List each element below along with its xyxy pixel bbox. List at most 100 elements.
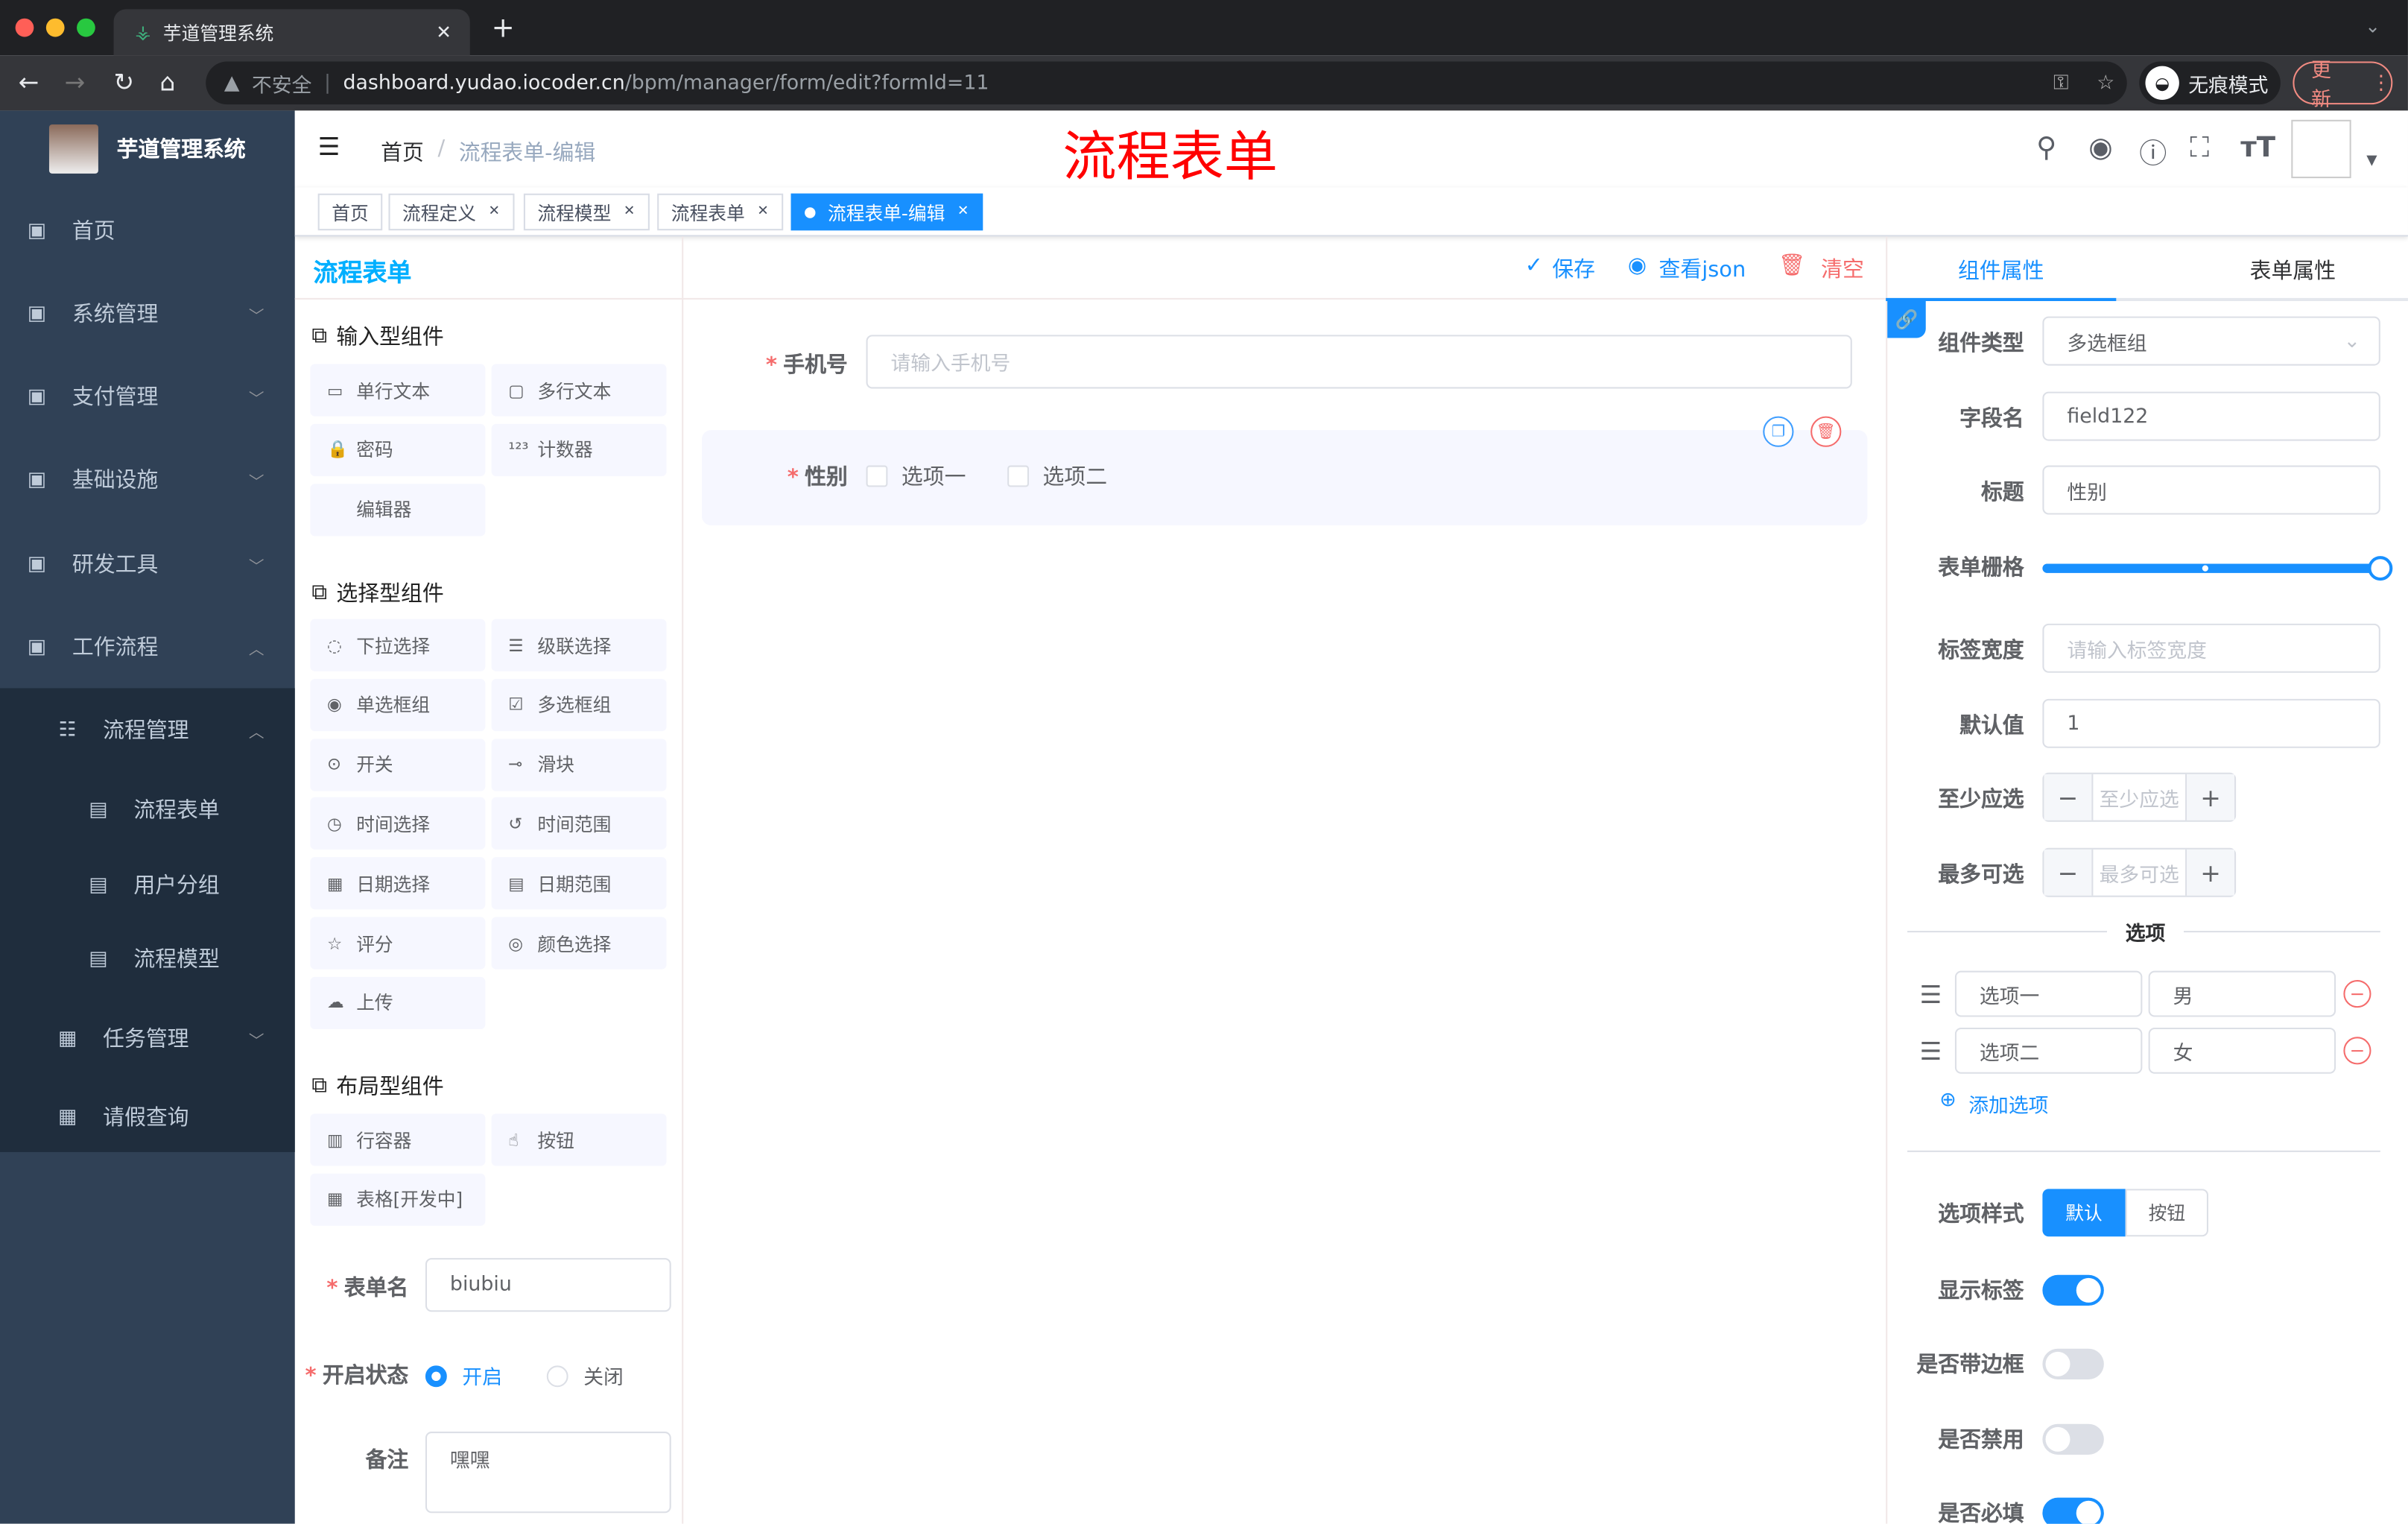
- close-icon[interactable]: ✕: [757, 204, 769, 220]
- form-name-input[interactable]: biubiu: [425, 1258, 671, 1312]
- max-stepper[interactable]: − 最多可选 +: [2042, 847, 2237, 897]
- palette-item[interactable]: ◌ 下拉选择: [310, 619, 486, 671]
- drag-handle-icon[interactable]: ☰: [1920, 1037, 1942, 1066]
- status-on-radio[interactable]: 开启: [425, 1361, 502, 1390]
- option-value-input[interactable]: 女: [2148, 1027, 2336, 1074]
- clear-button[interactable]: 🗑 清空: [1778, 253, 1864, 284]
- decrement-button[interactable]: −: [2044, 849, 2092, 896]
- disabled-switch[interactable]: [2042, 1423, 2104, 1455]
- sidebar-item[interactable]: ▣ 研发工具 ﹀: [0, 525, 295, 602]
- tag-item[interactable]: 流程表单-编辑 ✕: [790, 193, 983, 231]
- gender-option-2[interactable]: 选项二: [1007, 461, 1107, 491]
- gender-option-1[interactable]: 选项一: [866, 461, 966, 491]
- tag-item[interactable]: 流程模型 ✕: [523, 193, 649, 231]
- back-icon[interactable]: ←: [19, 68, 39, 97]
- tag-item[interactable]: 首页: [317, 193, 383, 231]
- minimize-window-button[interactable]: [45, 18, 65, 37]
- option-label-input[interactable]: 选项二: [1954, 1027, 2143, 1074]
- palette-item[interactable]: ☁ 上传: [310, 976, 486, 1029]
- palette-item[interactable]: ☝ 按钮: [491, 1113, 667, 1166]
- forward-icon[interactable]: →: [65, 68, 86, 97]
- decrement-button[interactable]: −: [2044, 774, 2092, 821]
- close-icon[interactable]: ✕: [957, 204, 969, 220]
- sidebar-group-process[interactable]: ☷ 流程管理 ︿: [0, 692, 295, 768]
- palette-item[interactable]: ↺ 时间范围: [491, 797, 667, 850]
- sidebar-item[interactable]: ▣ 支付管理 ﹀: [0, 358, 295, 434]
- help-icon[interactable]: ⓘ: [2139, 132, 2167, 172]
- copy-icon[interactable]: ❐: [1763, 416, 1794, 447]
- browser-tab[interactable]: ⚶ 芋道管理系统 ✕: [113, 9, 470, 56]
- option-label-input[interactable]: 选项一: [1954, 970, 2143, 1017]
- github-icon[interactable]: ◉: [2088, 132, 2112, 164]
- increment-button[interactable]: +: [2187, 849, 2235, 896]
- home-icon[interactable]: ⌂: [159, 68, 175, 97]
- min-stepper[interactable]: − 至少应选 +: [2042, 772, 2237, 822]
- tag-item[interactable]: 流程定义 ✕: [388, 193, 514, 231]
- palette-item[interactable]: ▦ 日期选择: [310, 857, 486, 910]
- border-switch[interactable]: [2042, 1348, 2104, 1379]
- close-window-button[interactable]: [15, 18, 34, 37]
- close-icon[interactable]: ✕: [488, 204, 500, 220]
- sidebar-item[interactable]: ▣ 系统管理 ﹀: [0, 275, 295, 352]
- incognito-badge[interactable]: ◒ 无痕模式: [2139, 61, 2281, 105]
- caret-down-icon[interactable]: ▼: [2366, 154, 2377, 169]
- style-button-button[interactable]: 按钮: [2125, 1189, 2209, 1237]
- palette-item[interactable]: ¹²³ 计数器: [491, 423, 667, 476]
- url-bar[interactable]: ▲ 不安全 | dashboard.yudao.iocoder.cn/bpm/m…: [206, 61, 2127, 105]
- palette-item[interactable]: ☰ 级联选择: [491, 619, 667, 671]
- component-type-select[interactable]: 多选框组 ⌄: [2042, 316, 2380, 366]
- key-icon[interactable]: ⚿: [2053, 72, 2068, 95]
- palette-item[interactable]: ☆ 评分: [310, 917, 486, 970]
- palette-item[interactable]: ◉ 单选框组: [310, 678, 486, 731]
- palette-item[interactable]: 编辑器: [310, 483, 486, 536]
- tag-item[interactable]: 流程表单 ✕: [657, 193, 783, 231]
- sidebar-subitem[interactable]: ▤ 流程表单: [0, 771, 295, 848]
- required-switch[interactable]: [2042, 1497, 2104, 1524]
- palette-item[interactable]: ▭ 单行文本: [310, 364, 486, 417]
- grid-slider-track[interactable]: [2042, 563, 2380, 573]
- palette-item[interactable]: ▥ 行容器: [310, 1113, 486, 1166]
- palette-item[interactable]: ◷ 时间选择: [310, 797, 486, 850]
- star-icon[interactable]: ☆: [2097, 72, 2114, 95]
- sidebar-item[interactable]: ▦ 任务管理 ﹀: [0, 1000, 295, 1077]
- tab-component-props[interactable]: 组件属性: [1886, 255, 2116, 285]
- show-label-switch[interactable]: [2042, 1274, 2104, 1306]
- palette-item[interactable]: ▦ 表格[开发中]: [310, 1173, 486, 1226]
- palette-item[interactable]: ◎ 颜色选择: [491, 917, 667, 970]
- save-button[interactable]: ✓ 保存: [1525, 253, 1595, 284]
- palette-item[interactable]: ⊸ 滑块: [491, 738, 667, 791]
- avatar[interactable]: [2291, 119, 2351, 179]
- close-icon[interactable]: ✕: [624, 204, 636, 220]
- fullscreen-icon[interactable]: ⛶: [2190, 132, 2209, 164]
- new-tab-button[interactable]: +: [492, 12, 515, 44]
- label-width-input[interactable]: 请输入标签宽度: [2042, 623, 2380, 673]
- tab-form-props[interactable]: 表单属性: [2178, 255, 2408, 285]
- palette-item[interactable]: ▢ 多行文本: [491, 364, 667, 417]
- remark-textarea[interactable]: 嘿嘿: [425, 1432, 671, 1514]
- sidebar-item[interactable]: ▣ 首页: [0, 192, 295, 269]
- palette-item[interactable]: ☑ 多选框组: [491, 678, 667, 731]
- field-name-input[interactable]: field122: [2042, 391, 2380, 441]
- palette-item[interactable]: ▤ 日期范围: [491, 857, 667, 910]
- increment-button[interactable]: +: [2187, 774, 2235, 821]
- palette-item[interactable]: ⊙ 开关: [310, 738, 486, 791]
- title-input[interactable]: 性别: [2042, 465, 2380, 515]
- breadcrumb-home[interactable]: 首页: [381, 136, 424, 167]
- add-option-button[interactable]: ⊕ 添加选项: [1939, 1089, 2048, 1118]
- sidebar-item[interactable]: ▣ 基础设施 ﹀: [0, 441, 295, 518]
- font-size-icon[interactable]: тT: [2240, 132, 2275, 164]
- maximize-window-button[interactable]: [77, 18, 95, 37]
- style-default-button[interactable]: 默认: [2042, 1189, 2126, 1237]
- hamburger-icon[interactable]: ☰: [318, 132, 340, 161]
- sidebar-item[interactable]: ▦ 请假查询: [0, 1078, 295, 1155]
- close-tab-icon[interactable]: ✕: [436, 22, 452, 43]
- search-icon[interactable]: ⚲: [2036, 132, 2056, 164]
- reload-icon[interactable]: ↻: [114, 68, 135, 97]
- view-json-button[interactable]: ◉ 查看json: [1628, 253, 1746, 284]
- drag-handle-icon[interactable]: ☰: [1920, 980, 1942, 1009]
- update-button[interactable]: 更新 ⋮: [2293, 60, 2393, 112]
- sidebar-item[interactable]: ▣ 工作流程 ︿: [0, 608, 295, 685]
- palette-item[interactable]: 🔒 密码: [310, 423, 486, 476]
- tab-list-chevron-icon[interactable]: ⌄: [2365, 16, 2380, 37]
- sidebar-subitem[interactable]: ▤ 用户分组: [0, 847, 295, 923]
